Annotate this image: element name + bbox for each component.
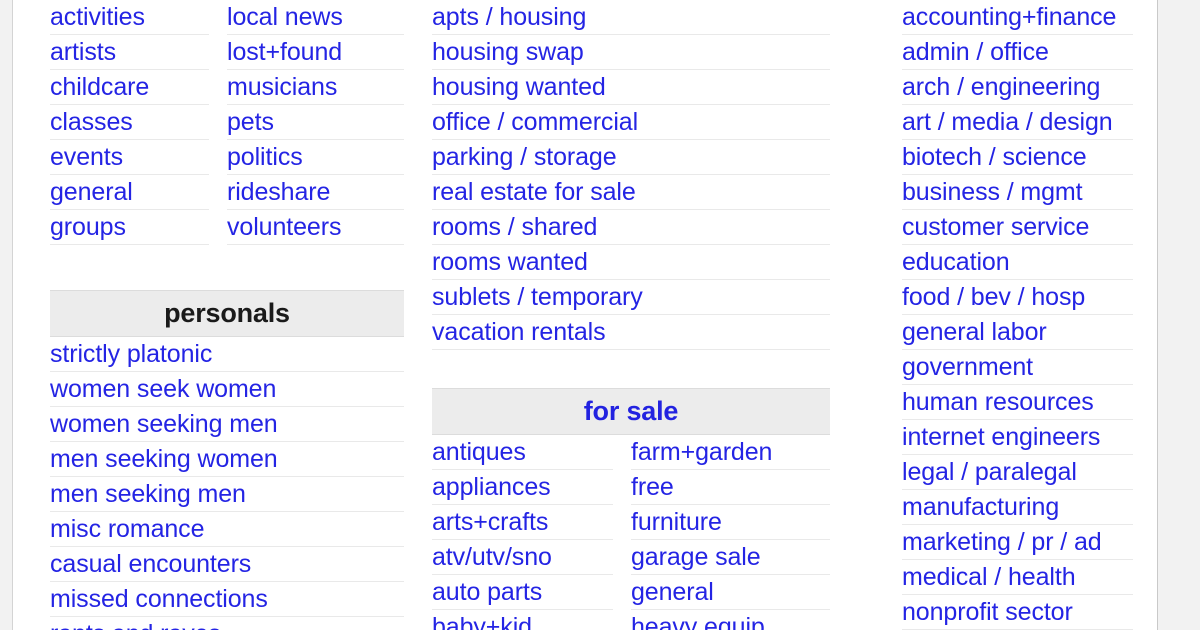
personals-list: strictly platonic women seek women women s… <box>50 337 404 630</box>
housing-list: apts / housing housing swap housing wanted… <box>432 0 830 350</box>
category-link[interactable]: baby+kid <box>432 610 613 630</box>
category-link[interactable]: office / commercial <box>432 105 830 140</box>
category-link[interactable]: politics <box>227 140 404 175</box>
personals-column: strictly platonic women seek women women s… <box>50 337 404 630</box>
category-link[interactable]: casual encounters <box>50 547 404 583</box>
category-link[interactable]: local news <box>227 0 404 35</box>
category-link[interactable]: garage sale <box>631 540 830 576</box>
category-link[interactable]: admin / office <box>902 35 1133 70</box>
category-link[interactable]: housing swap <box>432 35 830 70</box>
category-link[interactable]: legal / paralegal <box>902 455 1133 490</box>
category-link[interactable]: strictly platonic <box>50 337 404 373</box>
category-link[interactable]: nonprofit sector <box>902 595 1133 630</box>
personals-section-header: personals <box>50 290 404 338</box>
category-link[interactable]: parking / storage <box>432 140 830 175</box>
category-link[interactable]: rants and raves <box>50 617 404 630</box>
category-link[interactable]: sublets / temporary <box>432 280 830 315</box>
category-link[interactable]: rooms wanted <box>432 245 830 280</box>
category-link[interactable]: manufacturing <box>902 490 1133 525</box>
category-link[interactable]: real estate for sale <box>432 175 830 210</box>
forsale-column-a: antiques appliances arts+crafts atv/utv/sno… <box>432 435 631 630</box>
category-link[interactable]: general labor <box>902 315 1133 350</box>
category-link[interactable]: customer service <box>902 210 1133 245</box>
category-link[interactable]: vacation rentals <box>432 315 830 350</box>
category-link[interactable]: arts+crafts <box>432 505 613 541</box>
category-link[interactable]: free <box>631 470 830 506</box>
category-link[interactable]: internet engineers <box>902 420 1133 455</box>
category-link[interactable]: human resources <box>902 385 1133 420</box>
category-link[interactable]: lost+found <box>227 35 404 70</box>
category-link[interactable]: general <box>50 175 209 210</box>
category-link[interactable]: apts / housing <box>432 0 830 35</box>
category-link[interactable]: men seeking men <box>50 477 404 513</box>
category-link[interactable]: biotech / science <box>902 140 1133 175</box>
category-link[interactable]: auto parts <box>432 575 613 611</box>
category-link[interactable]: business / mgmt <box>902 175 1133 210</box>
category-link[interactable]: artists <box>50 35 209 70</box>
category-board: activities artists childcare classes events g… <box>13 0 1157 630</box>
category-link[interactable]: volunteers <box>227 210 404 245</box>
category-link[interactable]: government <box>902 350 1133 385</box>
jobs-column: accounting+finance admin / office arch / e… <box>902 0 1133 630</box>
classifieds-page: activities artists childcare classes events g… <box>12 0 1158 630</box>
category-link[interactable]: men seeking women <box>50 442 404 478</box>
category-link[interactable]: farm+garden <box>631 435 830 471</box>
category-link[interactable]: classes <box>50 105 209 140</box>
category-link[interactable]: events <box>50 140 209 175</box>
category-link[interactable]: education <box>902 245 1133 280</box>
category-link[interactable]: accounting+finance <box>902 0 1133 35</box>
category-link[interactable]: missed connections <box>50 582 404 618</box>
category-link[interactable]: activities <box>50 0 209 35</box>
jobs-list: accounting+finance admin / office arch / e… <box>902 0 1133 630</box>
category-link[interactable]: appliances <box>432 470 613 506</box>
category-link[interactable]: women seek women <box>50 372 404 408</box>
region-jobs: accounting+finance admin / office arch / e… <box>858 0 1157 630</box>
category-link[interactable]: medical / health <box>902 560 1133 595</box>
category-link[interactable]: pets <box>227 105 404 140</box>
category-link[interactable]: housing wanted <box>432 70 830 105</box>
community-column-a: activities artists childcare classes events g… <box>50 0 227 245</box>
category-link[interactable]: marketing / pr / ad <box>902 525 1133 560</box>
category-link[interactable]: food / bev / hosp <box>902 280 1133 315</box>
category-link[interactable]: women seeking men <box>50 407 404 443</box>
category-link[interactable]: musicians <box>227 70 404 105</box>
category-link[interactable]: childcare <box>50 70 209 105</box>
category-link[interactable]: furniture <box>631 505 830 541</box>
category-link[interactable]: misc romance <box>50 512 404 548</box>
category-link[interactable]: antiques <box>432 435 613 471</box>
forsale-list: antiques appliances arts+crafts atv/utv/sno… <box>432 435 830 630</box>
category-link[interactable]: heavy equip <box>631 610 830 630</box>
category-link[interactable]: general <box>631 575 830 611</box>
region-housing-forsale: apts / housing housing swap housing wanted… <box>418 0 858 630</box>
category-link[interactable]: rooms / shared <box>432 210 830 245</box>
community-list: activities artists childcare classes events g… <box>50 0 404 245</box>
category-link[interactable]: arch / engineering <box>902 70 1133 105</box>
forsale-column-b: farm+garden free furniture garage sale gener… <box>631 435 830 630</box>
category-link[interactable]: art / media / design <box>902 105 1133 140</box>
housing-column: apts / housing housing swap housing wanted… <box>432 0 830 350</box>
community-column-b: local news lost+found musicians pets politic… <box>227 0 404 245</box>
category-link[interactable]: atv/utv/sno <box>432 540 613 576</box>
category-link[interactable]: rideshare <box>227 175 404 210</box>
category-link[interactable]: groups <box>50 210 209 245</box>
forsale-section-header: for sale <box>432 388 830 436</box>
region-community-personals: activities artists childcare classes events g… <box>13 0 418 630</box>
